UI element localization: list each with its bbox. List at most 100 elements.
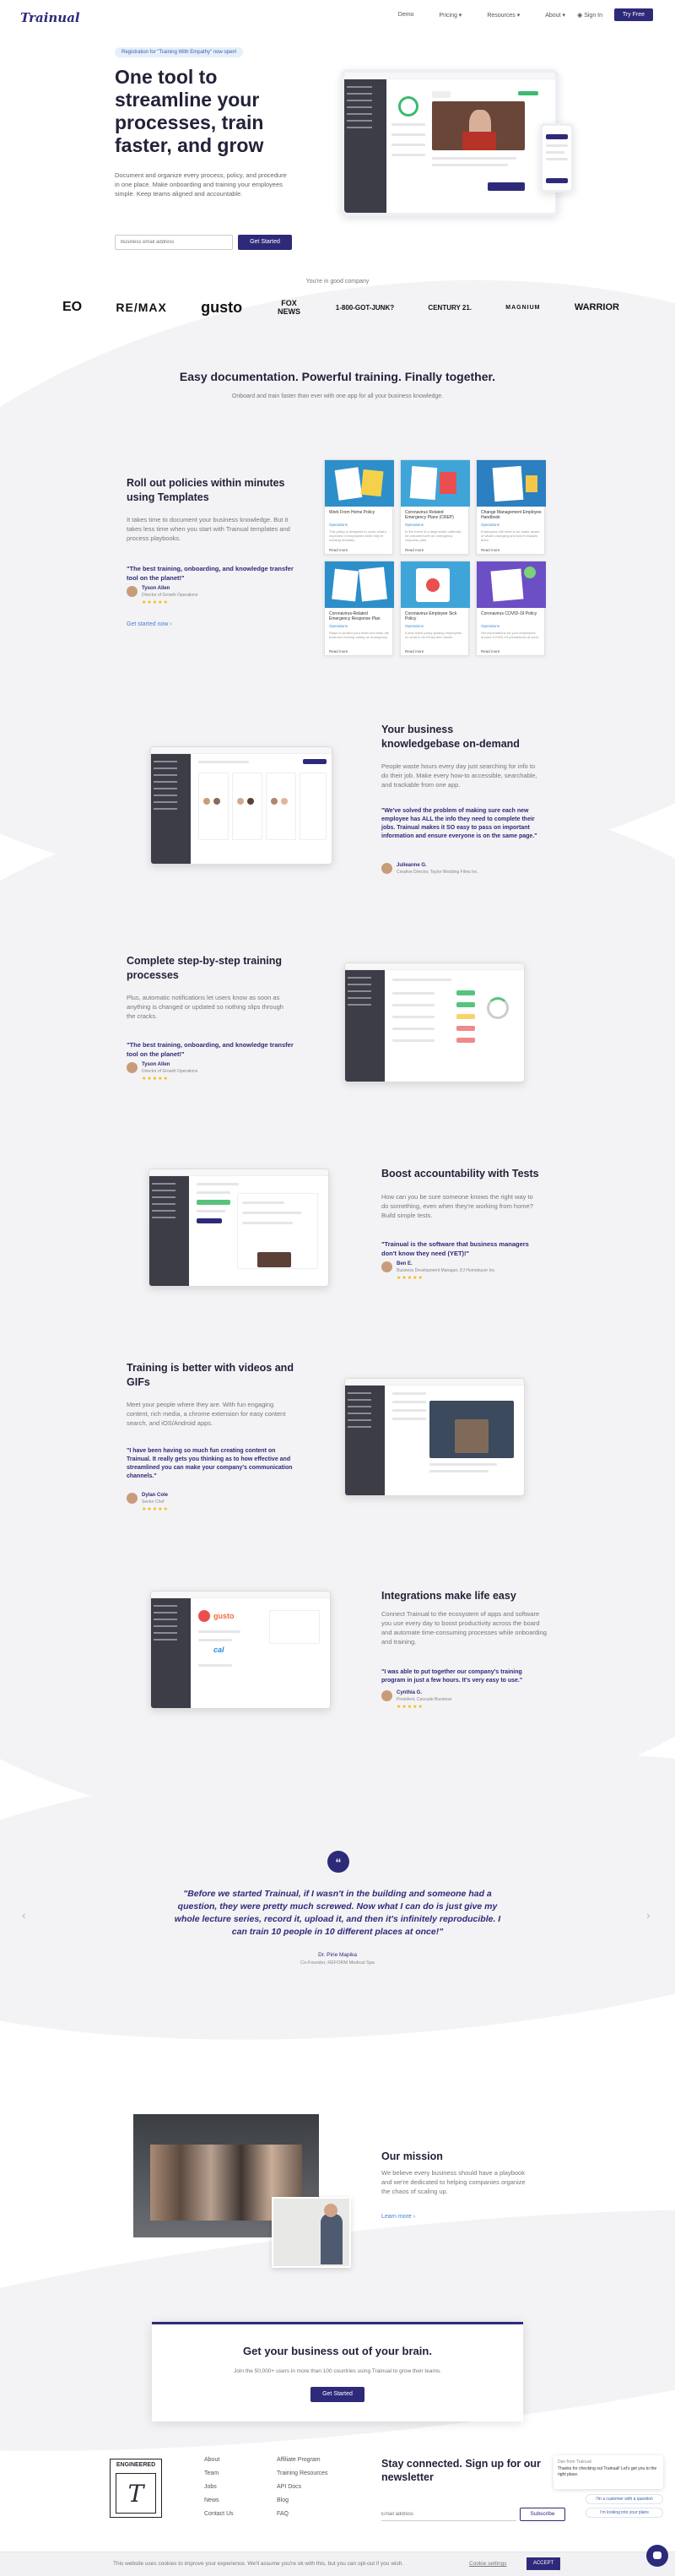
chat-launcher-button[interactable] [646,2545,668,2567]
hero-email-input[interactable] [115,235,233,250]
newsletter-email-input[interactable] [381,2508,516,2521]
template-image [401,460,470,507]
testimonial-author: Dr. Pirie Mapika [318,1952,357,1958]
footer-news[interactable]: News [204,2494,234,2508]
footer-training-resources[interactable]: Training Resources [277,2467,327,2481]
quote-role: Creative Director, Taylor Wedding Films … [397,870,479,875]
top-nav: Trainual Demo Pricing ▾ Resources ▾ Abou… [0,7,675,25]
footer-contact[interactable]: Contact Us [204,2508,234,2521]
intro-subtitle: Onboard and train faster than ever with … [231,393,444,399]
hero-mobile-screenshot [540,123,574,193]
quote-author: Cynthia G. [397,1690,423,1695]
integrations-screenshot: gusto cal [150,1591,331,1709]
knowledgebase-screenshot [150,746,332,865]
user-icon: ◉ [577,13,585,19]
chat-widget: Dan from Trainual Thanks for checking ou… [554,2455,663,2526]
avatar [127,1062,138,1073]
template-card[interactable]: Coronavirus Employee Sick Policy Operatio… [400,561,470,656]
cookie-accept-button[interactable]: ACCEPT [526,2557,560,2570]
nav-about[interactable]: About ▾ [545,12,565,19]
feature-processes-title: Complete step-by-step training processes [127,955,283,981]
feature-knowledgebase-title: Your business knowledgebase on-demand [381,724,520,750]
avatar [381,1261,392,1272]
chat-option-customer[interactable]: I'm a customer with a question [586,2494,663,2504]
template-image [477,561,546,608]
footer-api-docs[interactable]: API Docs [277,2481,327,2494]
template-card[interactable]: Work From Home Policy Operations This poli… [324,459,394,555]
sign-in-link[interactable]: ◉ Sign In [577,12,602,19]
chat-message[interactable]: Dan from Trainual Thanks for checking ou… [554,2455,663,2489]
cta-title: Get your business out of your brain. [243,2345,432,2357]
feature-videos-text: Meet your people where they are. With fu… [127,1401,286,1427]
warrior-logo: WARRIOR [574,302,619,312]
trainual-logo[interactable]: Trainual [20,10,80,25]
century21-logo: CENTURY 21. [428,303,472,312]
template-card[interactable]: Coronavirus Related Emergency Plans (CRE… [400,459,470,555]
feature-knowledgebase-quote: "We've solved the problem of making sure… [381,808,537,839]
try-free-button[interactable]: Try Free [613,8,653,21]
chat-bubble-icon [653,2552,662,2559]
eo-logo: EO [62,300,83,314]
feature-templates-title: Roll out policies within minutes using T… [127,477,285,503]
quote-author: Julieanne G. [397,863,427,868]
videos-screenshot [344,1378,525,1496]
feature-videos-quote: "I have been having so much fun creating… [127,1448,293,1479]
cta-text: Join the 50,000+ users in more than 100 … [234,2368,441,2374]
get-started-now-link[interactable]: Get started now › [127,621,172,627]
chat-option-plans[interactable]: I'm looking into your plans [586,2508,663,2518]
footer-jobs[interactable]: Jobs [204,2481,234,2494]
newsletter-title: Stay connected. Sign up for our newslett… [381,2458,541,2483]
template-image [325,460,394,507]
quote-role: Senior Chef [142,1500,165,1505]
cookie-text: This website uses cookies to improve you… [113,2561,404,2567]
feature-templates-text: It takes time to document your business … [127,516,290,542]
quote-author: Ben E. [397,1261,413,1266]
template-card[interactable]: Coronavirus-Related Emergency Response P… [324,561,394,656]
chevron-left-icon[interactable]: ‹ [22,1908,26,1922]
engineered-badge: ENGINEERED T [110,2459,162,2518]
cookie-banner: This website uses cookies to improve you… [0,2552,675,2576]
feature-videos-title: Training is better with videos and GIFs [127,1362,294,1388]
avatar [381,1690,392,1701]
registration-pill[interactable]: Registration for "Training With Empathy"… [115,47,244,57]
template-card[interactable]: Coronavirus COVID-19 Policy Operations Set… [476,561,546,656]
avatar [381,863,392,874]
nav-resources[interactable]: Resources ▾ [487,12,520,19]
feature-tests-text: How can you be sure someone knows the ri… [381,1193,533,1219]
cta-get-started-button[interactable]: Get Started [310,2387,364,2402]
template-image [325,561,394,608]
rating-stars: ★★★★★ [397,1276,424,1281]
footer-blog[interactable]: Blog [277,2494,327,2508]
learn-more-link[interactable]: Learn more › [381,2214,415,2220]
cookie-settings-link[interactable]: Cookie settings [469,2561,506,2567]
cta-box: Get your business out of your brain. Joi… [152,2322,523,2421]
whiteboard-photo [272,2197,351,2268]
quote-author: Tyson Allen [142,586,170,591]
nav-pricing[interactable]: Pricing ▾ [439,12,462,19]
template-image [401,561,470,608]
footer-faq[interactable]: FAQ [277,2508,327,2521]
hero-headline: One tool to streamline your processes, t… [115,66,264,156]
footer-team[interactable]: Team [204,2467,234,2481]
template-card[interactable]: Change Management Employee Handbook Opera… [476,459,546,555]
fox-news-logo: FOX NEWS [277,299,300,316]
feature-integrations-quote: "I was able to put together our company'… [381,1669,523,1684]
nav-demo[interactable]: Demo [398,12,414,19]
hero-get-started-button[interactable]: Get Started [238,235,292,250]
rating-stars: ★★★★★ [142,1507,169,1512]
chevron-right-icon[interactable]: › [646,1908,651,1922]
remax-logo: RE/MAX [116,301,167,314]
quote-role: Business Development Manager, DJ Homebuy… [397,1268,496,1273]
hero-lead: Document and organize every process, pol… [115,171,287,198]
testimonial-role: Co-Founder, REFORM Medical Spa [300,1960,375,1966]
footer-about[interactable]: About [204,2454,234,2467]
quote-role: Director of Growth Operations [142,1069,198,1074]
footer-affiliate[interactable]: Affiliate Program [277,2454,327,2467]
template-image [477,460,546,507]
magnium-logo: MAGNIUM [505,304,541,311]
mission-title: Our mission [381,2150,443,2162]
intro-title: Easy documentation. Powerful training. F… [179,370,496,383]
quote-author: Dylan Cole [142,1493,169,1498]
feature-templates-quote: "The best training, onboarding, and know… [127,565,294,582]
rating-stars: ★★★★★ [142,1076,169,1082]
